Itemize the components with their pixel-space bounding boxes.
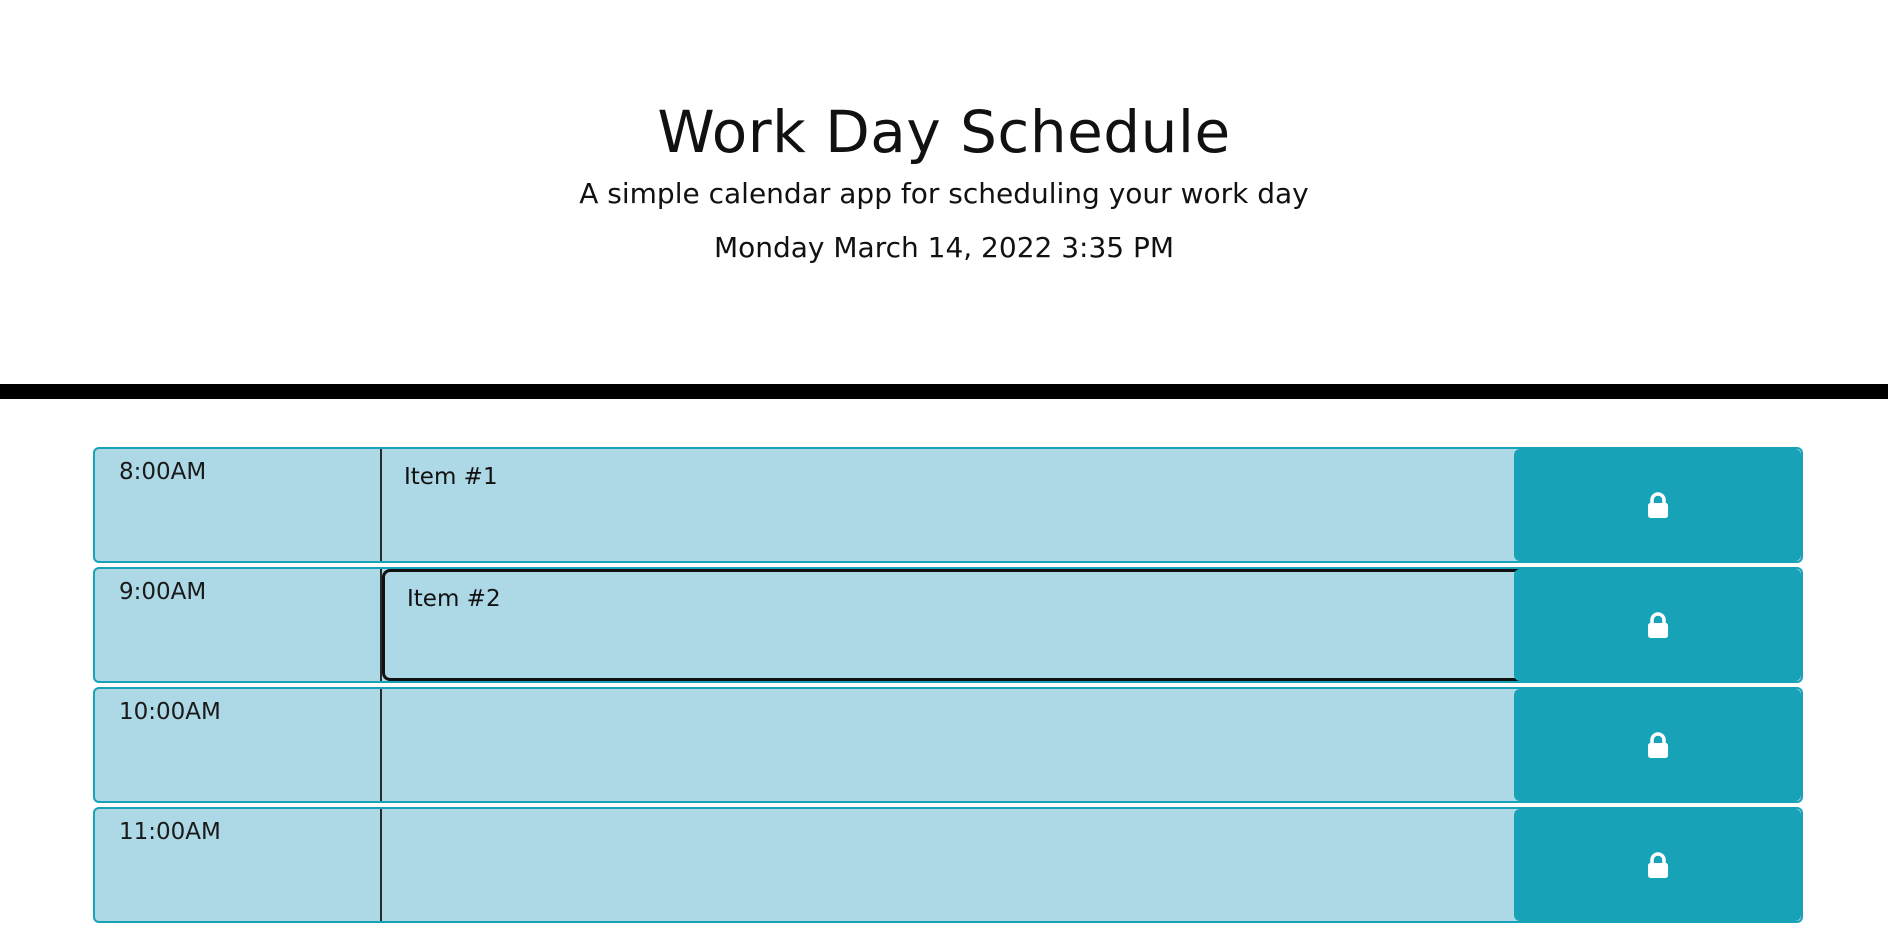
description-input[interactable] (382, 689, 1611, 801)
save-button[interactable] (1514, 449, 1801, 561)
time-block-10am: 10:00AM (93, 687, 1803, 803)
description-input[interactable] (382, 809, 1611, 921)
time-block-9am: 9:00AM Item #2 (93, 567, 1803, 683)
current-day: Monday March 14, 2022 3:35 PM (713, 231, 1175, 264)
time-block-11am: 11:00AM (93, 807, 1803, 923)
description-input[interactable]: Item #1 (382, 449, 1611, 561)
page-header: Work Day Schedule A simple calendar app … (0, 0, 1888, 384)
page-title: Work Day Schedule (657, 98, 1231, 166)
save-button[interactable] (1514, 809, 1801, 921)
schedule-container: 8:00AM Item #1 9:00AM Item #2 10:00AM 11… (93, 447, 1803, 927)
lock-icon (1647, 732, 1669, 758)
hour-label: 10:00AM (95, 689, 382, 801)
save-button[interactable] (1514, 569, 1801, 681)
hour-label: 9:00AM (95, 569, 382, 681)
lock-icon (1647, 492, 1669, 518)
header-divider (0, 384, 1888, 399)
hour-label: 11:00AM (95, 809, 382, 921)
lock-icon (1647, 612, 1669, 638)
time-block-8am: 8:00AM Item #1 (93, 447, 1803, 563)
description-input[interactable]: Item #2 (382, 569, 1611, 681)
lock-icon (1647, 852, 1669, 878)
save-button[interactable] (1514, 689, 1801, 801)
hour-label: 8:00AM (95, 449, 382, 561)
page-subtitle: A simple calendar app for scheduling you… (579, 177, 1309, 210)
